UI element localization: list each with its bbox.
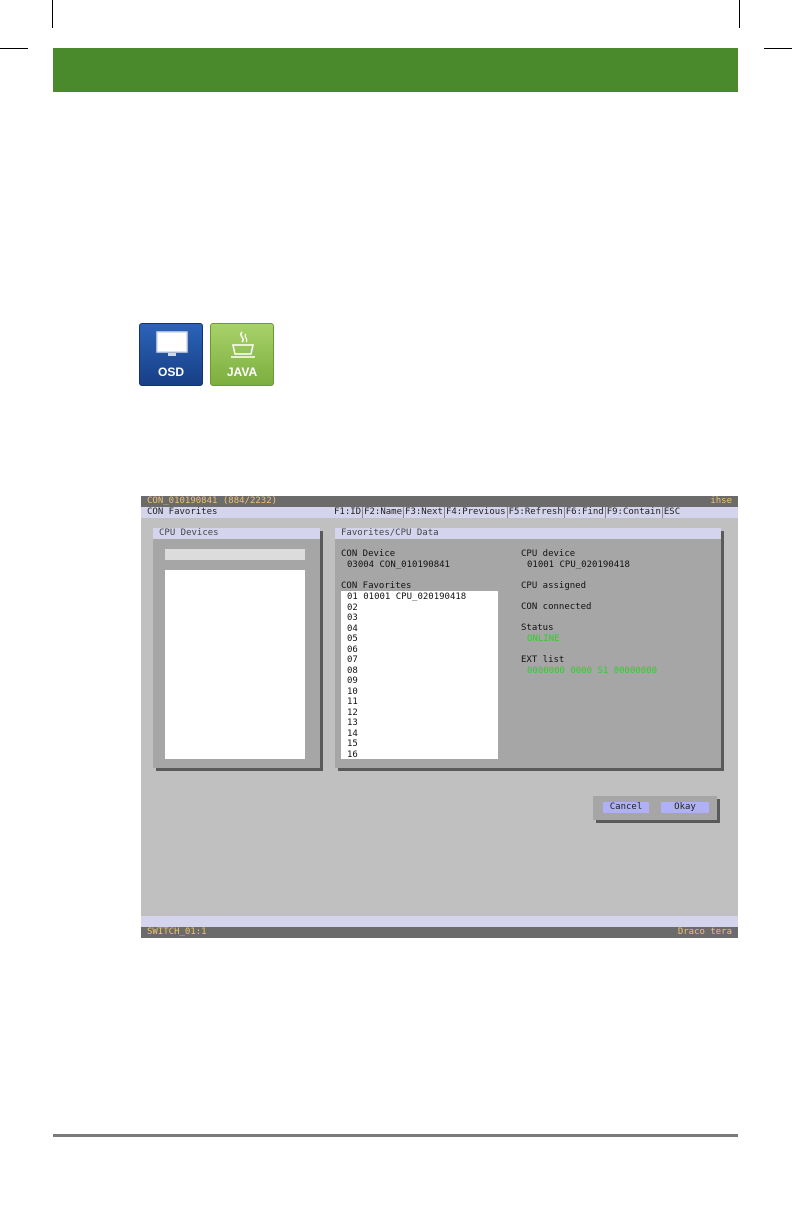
footer-rule (53, 1134, 738, 1137)
osd-menu-title: CON Favorites (147, 507, 218, 517)
switch-id: SWITCH_01:1 (147, 927, 207, 937)
status-label: Status (521, 623, 554, 633)
favorites-panel: Favorites/CPU Data CON Device 03004 CON_… (335, 528, 721, 768)
con-device-label: CON Device (341, 549, 396, 559)
osd-screen: CON_010190841 (884/2232) ihse CON Favori… (141, 496, 738, 938)
list-item[interactable]: 09 (347, 676, 358, 687)
product-name: Draco tera (677, 927, 732, 937)
crop-mark (0, 48, 28, 49)
list-item[interactable]: 02 (347, 603, 358, 614)
page-header-bar (53, 48, 738, 92)
cpu-devices-panel: CPU Devices (153, 528, 320, 768)
fkey-contain[interactable]: F9:Contain (604, 507, 662, 518)
list-item[interactable]: 07 (347, 655, 358, 666)
list-item[interactable]: 16 (347, 750, 358, 761)
con-connected-label: CON connected (521, 602, 592, 612)
cpu-devices-title: CPU Devices (153, 528, 320, 539)
osd-badge-label: OSD (157, 365, 184, 379)
con-favorites-list[interactable]: 01 01001 CPU_020190418 02 03 04 05 06 07… (341, 591, 498, 761)
function-key-bar: F1:ID F2:Name F3:Next F4:Previous F5:Ref… (334, 507, 681, 518)
osd-badge: OSD (139, 323, 203, 386)
list-item[interactable]: 04 (347, 624, 358, 635)
list-item[interactable]: 12 (347, 708, 358, 719)
fkey-previous[interactable]: F4:Previous (443, 507, 507, 518)
ext-list-value: 0000000 0000 S1 00000000 (527, 666, 658, 676)
osd-window-title: CON_010190841 (884/2232) (147, 496, 278, 506)
java-cup-icon (231, 331, 255, 358)
cpu-device-value: 01001 CPU_020190418 (527, 560, 630, 570)
list-item[interactable]: 06 (347, 645, 358, 656)
osd-menu-bar: CON Favorites F1:ID F2:Name F3:Next F4:P… (141, 507, 738, 518)
fkey-name[interactable]: F2:Name (362, 507, 403, 518)
osd-brand: ihse (710, 496, 732, 506)
fkey-next[interactable]: F3:Next (403, 507, 444, 518)
list-item[interactable]: 05 (347, 634, 358, 645)
cpu-assigned-label: CPU assigned (521, 581, 587, 591)
fkey-find[interactable]: F6:Find (563, 507, 605, 518)
con-device-value: 03004 CON_010190841 (347, 560, 450, 570)
list-item[interactable]: 01 01001 CPU_020190418 (347, 592, 466, 603)
dialog-buttons: Cancel Okay (593, 796, 717, 820)
favorites-panel-title: Favorites/CPU Data (335, 528, 721, 539)
list-item[interactable]: 08 (347, 666, 358, 677)
list-item[interactable]: 11 (347, 697, 358, 708)
crop-mark (764, 48, 792, 49)
list-item[interactable]: 10 (347, 687, 358, 698)
list-item[interactable]: 14 (347, 729, 358, 740)
list-item[interactable]: 15 (347, 739, 358, 750)
crop-mark (52, 0, 53, 28)
java-badge: JAVA (210, 323, 274, 386)
monitor-icon (156, 331, 188, 356)
fkey-esc[interactable]: ESC (661, 507, 681, 518)
con-favorites-label: CON Favorites (341, 581, 412, 591)
okay-button[interactable]: Okay (661, 802, 709, 813)
status-value: ONLINE (527, 634, 560, 644)
list-item[interactable]: 13 (347, 718, 358, 729)
osd-status-strip (141, 916, 738, 927)
cpu-device-list[interactable] (165, 570, 305, 759)
cpu-device-label: CPU device (521, 549, 576, 559)
cpu-search-input[interactable] (165, 549, 305, 560)
java-badge-label: JAVA (226, 365, 258, 379)
crop-mark (739, 0, 740, 28)
ext-list-label: EXT list (521, 655, 565, 665)
osd-status-bar: SWITCH_01:1 Draco tera (141, 927, 738, 938)
osd-title-bar: CON_010190841 (884/2232) ihse (141, 496, 738, 507)
fkey-refresh[interactable]: F5:Refresh (506, 507, 564, 518)
list-item[interactable]: 03 (347, 613, 358, 624)
fkey-id[interactable]: F1:ID (334, 507, 362, 518)
cancel-button[interactable]: Cancel (603, 802, 649, 813)
